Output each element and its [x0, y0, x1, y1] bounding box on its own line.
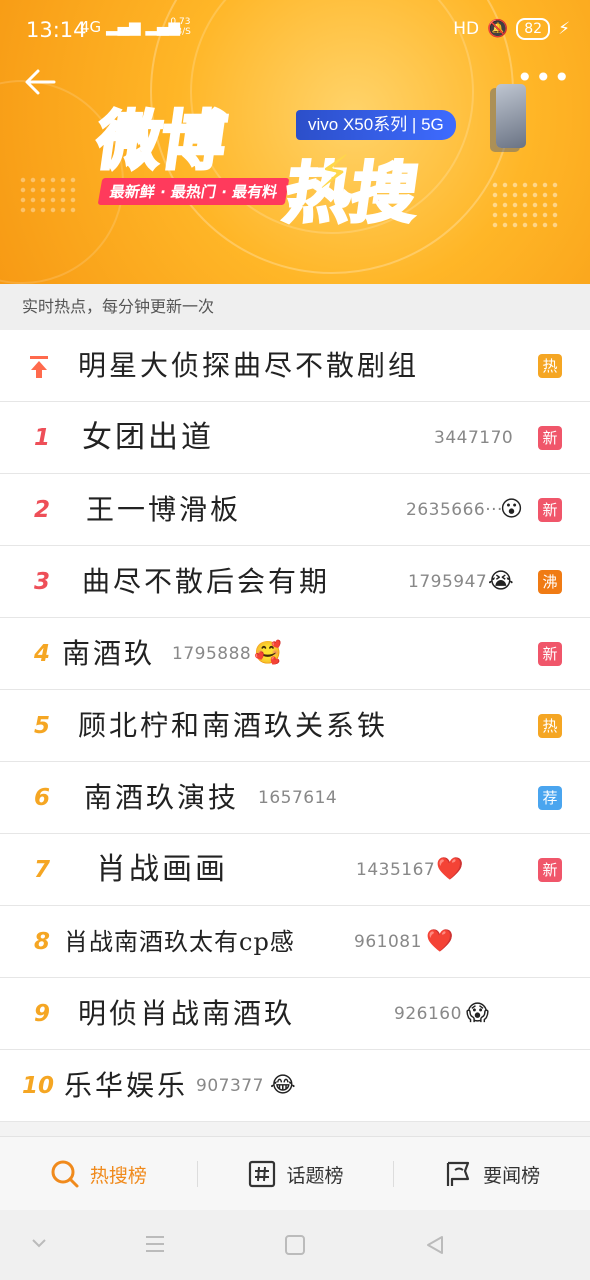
hot-search-title[interactable]: 乐华娱乐 — [64, 1050, 188, 1122]
rank-number: 7 — [33, 857, 50, 883]
hot-search-banner: 13:14 4G ▂▄▆ ▂▄▆ 0.73 KB/S HD 🔕 82 ⚡ •••… — [0, 0, 590, 284]
charging-icon: ⚡ — [558, 19, 570, 39]
rank-number: 8 — [33, 929, 50, 955]
flag-icon — [447, 1161, 470, 1186]
phone-product-image — [496, 84, 526, 148]
emoji-icon: 😱 — [466, 1001, 489, 1026]
rank-number: 3 — [33, 569, 50, 595]
network-speed: 0.73 KB/S — [170, 17, 191, 37]
tab-label: 话题榜 — [286, 1164, 344, 1187]
hot-search-list: 明星大侦探曲尽不散剧组 热 1 女团出道 3447170 新 2 王一博滑板 2… — [0, 330, 590, 1122]
search-count: 961081 — [354, 932, 422, 952]
rank-number: 4 — [33, 641, 50, 667]
hot-search-title[interactable]: 南酒玖 — [62, 618, 155, 690]
hot-search-title[interactable]: 明星大侦探曲尽不散剧组 — [78, 330, 419, 402]
system-navigation-bar — [0, 1210, 590, 1280]
pinned-top-icon — [30, 356, 48, 378]
tab-news[interactable]: 要闻榜 — [393, 1137, 590, 1211]
battery-icon: 82 — [516, 18, 551, 40]
back-triangle-icon[interactable] — [424, 1234, 446, 1256]
heart-emoji-icon: ❤️ — [436, 857, 464, 882]
battery-level: 82 — [524, 21, 543, 37]
banner-decor-dots — [490, 180, 560, 230]
hot-search-row[interactable]: 6 南酒玖演技 1657614 荐 — [0, 762, 590, 834]
ranking-tab-bar: 热搜榜 话题榜 要闻榜 — [0, 1136, 590, 1211]
hot-search-title[interactable]: 王一博滑板 — [86, 474, 241, 546]
hot-search-title[interactable]: 肖战画画 — [96, 834, 228, 906]
new-tag: 新 — [538, 426, 562, 450]
rank-number: 5 — [33, 713, 50, 739]
menu-icon[interactable] — [144, 1234, 166, 1254]
hot-search-title[interactable]: 明侦肖战南酒玖 — [78, 978, 295, 1050]
rank-number: 2 — [33, 497, 50, 523]
rank-number: 6 — [33, 785, 50, 811]
chevron-down-icon[interactable] — [30, 1234, 48, 1252]
hot-search-row[interactable]: 7 肖战画画 1435167 ❤️ 新 — [0, 834, 590, 906]
emoji-icon: 😭 — [488, 569, 514, 594]
hot-search-row[interactable]: 9 明侦肖战南酒玖 926160 😱 — [0, 978, 590, 1050]
logo-weibo-text: 微博 — [90, 103, 232, 181]
hot-search-row[interactable]: 3 曲尽不散后会有期 1795947 😭 沸 — [0, 546, 590, 618]
rank-number: 9 — [33, 1001, 50, 1027]
tab-hot-search[interactable]: 热搜榜 — [0, 1137, 197, 1211]
network-speed-value: 0.73 — [170, 17, 191, 27]
rank-number: 1 — [33, 425, 50, 451]
search-count: 1795947 — [408, 572, 488, 592]
tab-label: 要闻榜 — [483, 1164, 541, 1187]
network-type: 4G — [80, 18, 102, 36]
network-speed-unit: KB/S — [170, 27, 191, 37]
search-count: 1435167 — [356, 860, 436, 880]
tab-label: 热搜榜 — [89, 1164, 147, 1187]
recommend-tag: 荐 — [538, 786, 562, 810]
logo-resou-text: 热搜 — [278, 153, 424, 234]
hot-search-row[interactable]: 8 肖战南酒玖太有cp感 961081 ❤️ — [0, 906, 590, 978]
emoji-icon: 🥰 — [254, 641, 282, 666]
search-count: 2635666··· — [406, 500, 503, 520]
emoji-icon: 😮 — [500, 497, 523, 522]
new-tag: 新 — [538, 498, 562, 522]
hd-indicator: HD — [453, 19, 480, 39]
search-count: 3447170 — [434, 428, 514, 448]
heart-emoji-icon: ❤️ — [426, 929, 454, 954]
network-signal-icon: 4G ▂▄▆ ▂▄▆ — [80, 18, 180, 36]
lightning-icon: ⚡ — [318, 145, 351, 199]
mute-icon: 🔕 — [487, 19, 509, 39]
hot-search-title[interactable]: 肖战南酒玖太有cp感 — [64, 906, 295, 978]
new-tag: 新 — [538, 858, 562, 882]
realtime-update-note: 实时热点，每分钟更新一次 — [0, 284, 590, 330]
search-icon — [51, 1160, 79, 1188]
search-count: 1657614 — [258, 788, 338, 808]
status-bar: 13:14 4G ▂▄▆ ▂▄▆ 0.73 KB/S HD 🔕 82 ⚡ — [0, 0, 590, 60]
search-count: 907377 — [196, 1076, 264, 1096]
hot-search-row[interactable]: 4 南酒玖 1795888 🥰 新 — [0, 618, 590, 690]
hot-search-title[interactable]: 曲尽不散后会有期 — [82, 546, 330, 618]
hot-search-row-pinned[interactable]: 明星大侦探曲尽不散剧组 热 — [0, 330, 590, 402]
status-time: 13:14 — [26, 18, 87, 42]
rank-number: 10 — [21, 1073, 54, 1099]
back-arrow-icon[interactable] — [20, 62, 60, 102]
hot-search-title[interactable]: 女团出道 — [82, 402, 214, 474]
search-count: 1795888 — [172, 644, 252, 664]
hot-search-title[interactable]: 南酒玖演技 — [84, 762, 239, 834]
hot-search-row[interactable]: 5 顾北柠和南酒玖关系铁 热 — [0, 690, 590, 762]
hot-tag: 热 — [538, 354, 562, 378]
hot-search-row[interactable]: 2 王一博滑板 2635666··· 😮 新 — [0, 474, 590, 546]
tab-topics[interactable]: 话题榜 — [196, 1137, 394, 1211]
hot-tag: 热 — [538, 714, 562, 738]
boil-tag: 沸 — [538, 570, 562, 594]
banner-decor-dots — [18, 175, 78, 215]
new-tag: 新 — [538, 642, 562, 666]
search-count: 926160 — [394, 1004, 462, 1024]
sponsor-brand-badge[interactable]: vivo X50系列 | 5G — [296, 110, 456, 140]
hot-search-row[interactable]: 10 乐华娱乐 907377 😂 — [0, 1050, 590, 1122]
banner-slogan: 最新鲜 · 最热门 · 最有料 — [97, 178, 290, 205]
hot-search-title[interactable]: 顾北柠和南酒玖关系铁 — [78, 690, 388, 762]
home-icon[interactable] — [284, 1234, 306, 1256]
emoji-icon: 😂 — [270, 1073, 296, 1098]
hot-search-row[interactable]: 1 女团出道 3447170 新 — [0, 402, 590, 474]
hashtag-icon — [248, 1160, 275, 1188]
status-right-icons: HD 🔕 82 ⚡ — [453, 18, 570, 40]
